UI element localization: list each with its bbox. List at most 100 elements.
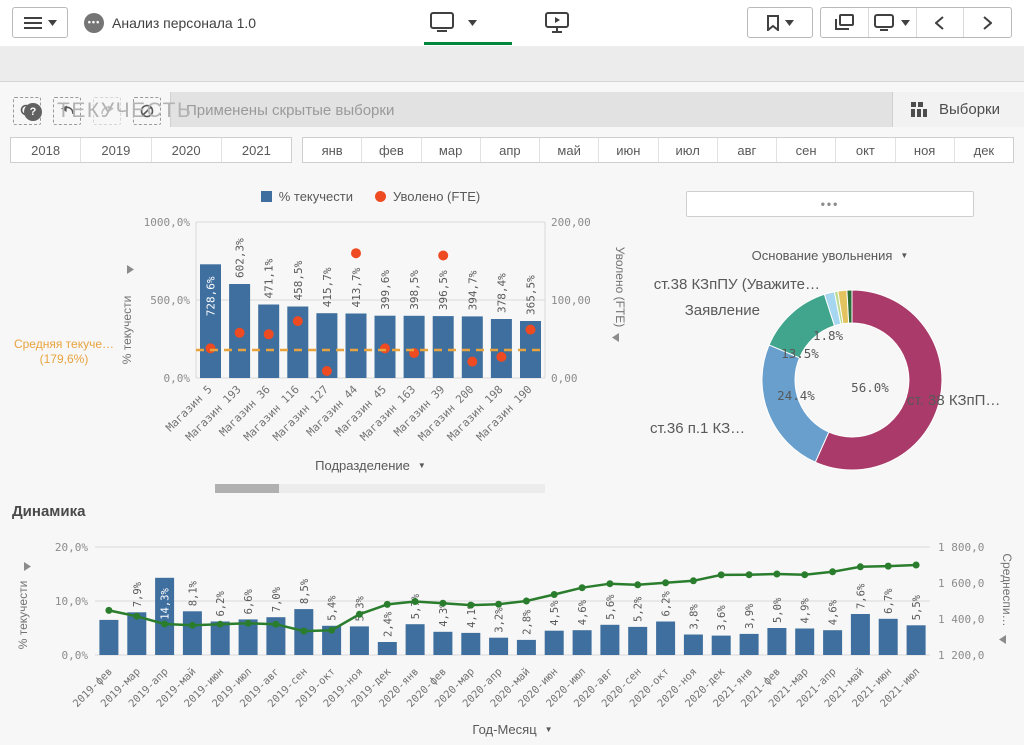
line-dot[interactable]: [439, 600, 446, 607]
line-dot[interactable]: [857, 563, 864, 570]
line-dot[interactable]: [913, 562, 920, 569]
fte-dot[interactable]: [206, 343, 216, 353]
presentation-mode-button[interactable]: [545, 12, 569, 38]
bar[interactable]: [656, 622, 675, 656]
line-dot[interactable]: [579, 584, 586, 591]
donut-dimension-dropdown[interactable]: Основание увольнения ▼: [700, 248, 960, 263]
line-dot[interactable]: [885, 563, 892, 570]
line-dot[interactable]: [551, 591, 558, 598]
bar[interactable]: [406, 624, 425, 655]
bar[interactable]: [712, 636, 731, 655]
bar[interactable]: [491, 319, 512, 378]
bar[interactable]: [600, 625, 619, 655]
bar[interactable]: [258, 305, 279, 379]
month-filter-item[interactable]: сен: [777, 138, 836, 162]
bar[interactable]: [433, 632, 452, 655]
month-filter-item[interactable]: ноя: [896, 138, 955, 162]
month-filter-item[interactable]: июн: [599, 138, 658, 162]
app-icon[interactable]: •••: [84, 13, 104, 33]
expand-right-icon[interactable]: [127, 265, 134, 274]
line-dot[interactable]: [690, 577, 697, 584]
line-dot[interactable]: [746, 571, 753, 578]
month-filter-item[interactable]: окт: [836, 138, 895, 162]
bar[interactable]: [350, 626, 369, 655]
line-dot[interactable]: [105, 607, 112, 614]
dynamics-dimension-dropdown[interactable]: Год-Месяц ▼: [95, 722, 930, 737]
dimension-dropdown[interactable]: Подразделение ▼: [196, 458, 545, 473]
selections-tool-button[interactable]: Выборки: [892, 92, 1024, 127]
collapsed-filter-box[interactable]: •••: [686, 191, 974, 217]
bar[interactable]: [879, 619, 898, 655]
bar[interactable]: [795, 629, 814, 656]
bar[interactable]: [907, 625, 926, 655]
duplicate-sheet-button[interactable]: [821, 8, 869, 37]
bar[interactable]: [740, 634, 759, 655]
month-filter-item[interactable]: фев: [362, 138, 421, 162]
line-dot[interactable]: [773, 571, 780, 578]
donut-slice[interactable]: [762, 345, 829, 462]
bar[interactable]: [684, 635, 703, 656]
bar[interactable]: [378, 642, 397, 655]
month-filter-item[interactable]: апр: [481, 138, 540, 162]
bar[interactable]: [489, 638, 508, 655]
fte-dot[interactable]: [235, 328, 245, 338]
collapse-left-icon[interactable]: [999, 635, 1006, 644]
year-filter-item[interactable]: 2021: [222, 138, 291, 162]
month-filter-item[interactable]: дек: [955, 138, 1013, 162]
month-filter-item[interactable]: мар: [422, 138, 481, 162]
line-dot[interactable]: [634, 581, 641, 588]
line-dot[interactable]: [161, 621, 168, 628]
line-dot[interactable]: [801, 571, 808, 578]
bar[interactable]: [346, 314, 367, 379]
line-dot[interactable]: [245, 620, 252, 627]
line-dot[interactable]: [718, 571, 725, 578]
chart-scrollbar[interactable]: [215, 484, 545, 493]
fte-dot[interactable]: [496, 352, 506, 362]
bar[interactable]: [851, 614, 870, 655]
month-filter-item[interactable]: май: [540, 138, 599, 162]
line-dot[interactable]: [217, 621, 224, 628]
bar[interactable]: [545, 631, 564, 655]
bar[interactable]: [628, 627, 647, 655]
line-dot[interactable]: [606, 580, 613, 587]
sheet-view-button[interactable]: [869, 8, 917, 37]
month-filter-item[interactable]: авг: [718, 138, 777, 162]
bar[interactable]: [404, 316, 425, 378]
main-menu-button[interactable]: [12, 7, 68, 38]
line-dot[interactable]: [189, 622, 196, 629]
previous-sheet-button[interactable]: [917, 8, 965, 37]
bar[interactable]: [433, 316, 454, 378]
help-icon[interactable]: ?: [24, 103, 42, 121]
fte-dot[interactable]: [467, 357, 477, 367]
expand-right-icon[interactable]: [24, 562, 31, 571]
year-filter-item[interactable]: 2019: [81, 138, 151, 162]
next-sheet-button[interactable]: [964, 8, 1011, 37]
line-dot[interactable]: [300, 628, 307, 635]
bar[interactable]: [99, 620, 118, 655]
month-filter-item[interactable]: янв: [303, 138, 362, 162]
line-dot[interactable]: [662, 579, 669, 586]
line-dot[interactable]: [272, 621, 279, 628]
line-dot[interactable]: [467, 602, 474, 609]
line-dot[interactable]: [829, 568, 836, 575]
line-dot[interactable]: [412, 598, 419, 605]
sheet-selector-button[interactable]: [430, 12, 477, 33]
line-dot[interactable]: [384, 601, 391, 608]
bar[interactable]: [517, 640, 536, 655]
collapse-left-icon[interactable]: [612, 333, 619, 342]
bookmarks-button[interactable]: [747, 7, 813, 38]
line-dot[interactable]: [328, 627, 335, 634]
line-dot[interactable]: [356, 611, 363, 618]
bar[interactable]: [823, 630, 842, 655]
month-filter-item[interactable]: июл: [659, 138, 718, 162]
bar[interactable]: [462, 316, 483, 378]
fte-dot[interactable]: [351, 248, 361, 258]
bar[interactable]: [461, 633, 480, 655]
year-filter-item[interactable]: 2018: [11, 138, 81, 162]
line-dot[interactable]: [523, 598, 530, 605]
fte-dot[interactable]: [526, 325, 536, 335]
fte-dot[interactable]: [438, 251, 448, 261]
scrollbar-thumb[interactable]: [215, 484, 279, 493]
fte-dot[interactable]: [322, 366, 332, 376]
year-filter-item[interactable]: 2020: [152, 138, 222, 162]
